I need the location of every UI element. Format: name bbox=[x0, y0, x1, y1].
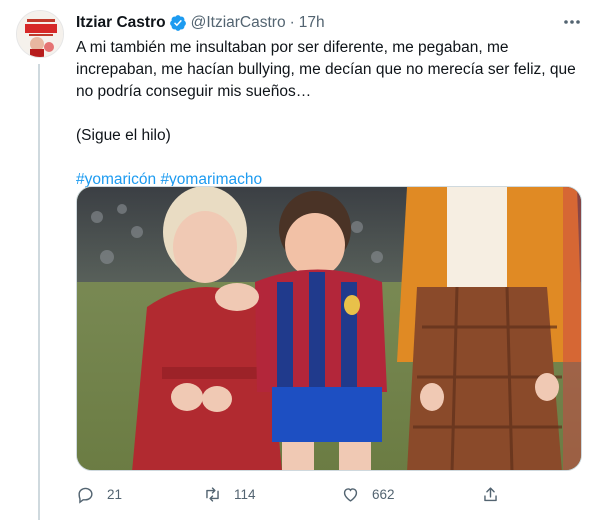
tweet-header: Itziar Castro @ItziarCastro · 17h bbox=[76, 12, 584, 34]
like-count: 662 bbox=[372, 486, 395, 502]
author-name[interactable]: Itziar Castro bbox=[76, 14, 166, 32]
tweet-thread-note: (Sigue el hilo) bbox=[76, 127, 171, 144]
like-button[interactable]: 662 bbox=[341, 485, 395, 504]
avatar[interactable] bbox=[16, 10, 64, 58]
author-handle[interactable]: @ItziarCastro bbox=[191, 14, 286, 32]
thread-line bbox=[38, 64, 40, 520]
tweet-photo[interactable] bbox=[76, 186, 582, 471]
more-options-button[interactable] bbox=[560, 12, 584, 32]
retweet-button[interactable]: 114 bbox=[203, 485, 256, 504]
photo-image bbox=[77, 187, 581, 470]
share-icon bbox=[484, 486, 497, 501]
avatar-image bbox=[17, 11, 63, 57]
reply-button[interactable]: 21 bbox=[76, 485, 122, 504]
retweet-count: 114 bbox=[234, 486, 256, 502]
header-separator: · bbox=[289, 14, 295, 31]
share-button[interactable] bbox=[481, 485, 500, 504]
tweet-actions: 21 114 662 bbox=[76, 484, 516, 504]
tweet-timestamp[interactable]: 17h bbox=[299, 14, 325, 32]
reply-count: 21 bbox=[107, 486, 123, 502]
retweet-icon bbox=[206, 486, 219, 502]
tweet-text: A mi también me insultaban por ser difer… bbox=[76, 37, 584, 191]
tweet-text-paragraph: A mi también me insultaban por ser difer… bbox=[76, 39, 576, 100]
reply-icon bbox=[78, 487, 93, 504]
heart-icon bbox=[343, 487, 358, 502]
more-icon bbox=[564, 20, 580, 24]
verified-badge-icon bbox=[169, 15, 186, 31]
